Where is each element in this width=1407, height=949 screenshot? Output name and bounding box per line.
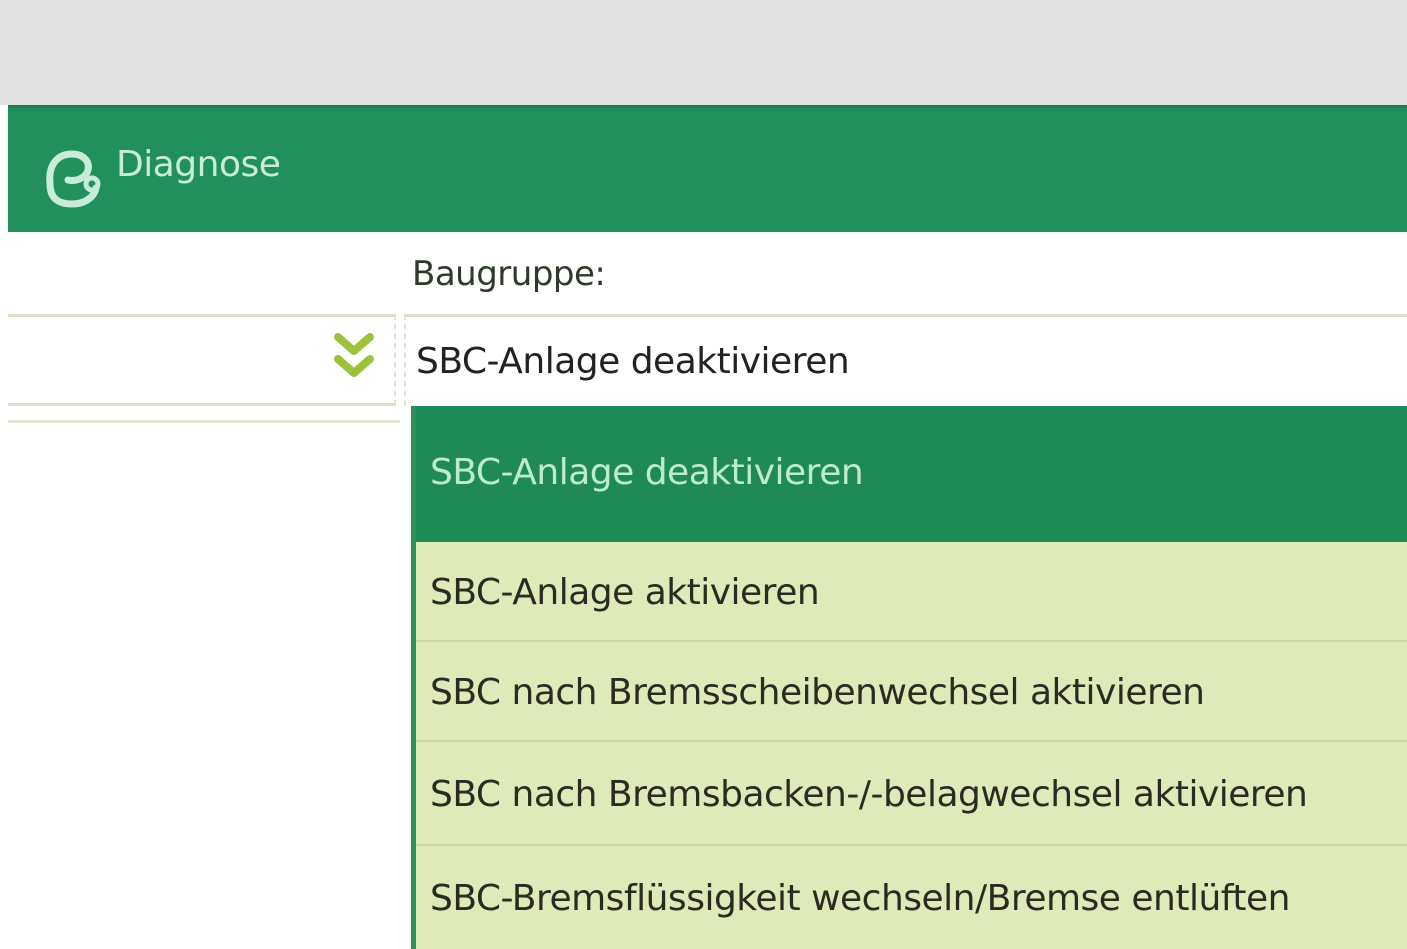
dropdown-option[interactable]: SBC-Bremsflüssigkeit wechseln/Bremse ent…: [416, 846, 1407, 949]
dropdown-option[interactable]: SBC-Anlage aktivieren: [416, 542, 1407, 642]
chevron-double-down-icon[interactable]: [332, 327, 376, 391]
dropdown-option[interactable]: SBC nach Bremsscheibenwechsel aktivieren: [416, 642, 1407, 742]
dropdown-option[interactable]: SBC nach Bremsbacken-/-belagwechsel akti…: [416, 742, 1407, 846]
diagnose-header: Diagnose: [8, 105, 1407, 232]
left-panel: [8, 232, 404, 949]
select-value: SBC-Anlage deaktivieren: [416, 341, 850, 382]
expand-toggle[interactable]: [8, 314, 396, 406]
dropdown-option[interactable]: SBC-Anlage deaktivieren: [416, 406, 1407, 542]
diagnose-icon: [46, 150, 101, 208]
divider: [8, 420, 400, 423]
field-label: Baugruppe:: [410, 232, 1407, 314]
baugruppe-dropdown-list: SBC-Anlage deaktivieren SBC-Anlage aktiv…: [411, 406, 1407, 949]
baugruppe-select[interactable]: SBC-Anlage deaktivieren: [404, 314, 1407, 406]
page-title: Diagnose: [116, 143, 281, 185]
window-top-bar: [0, 0, 1407, 105]
baugruppe-label: Baugruppe:: [412, 254, 606, 294]
